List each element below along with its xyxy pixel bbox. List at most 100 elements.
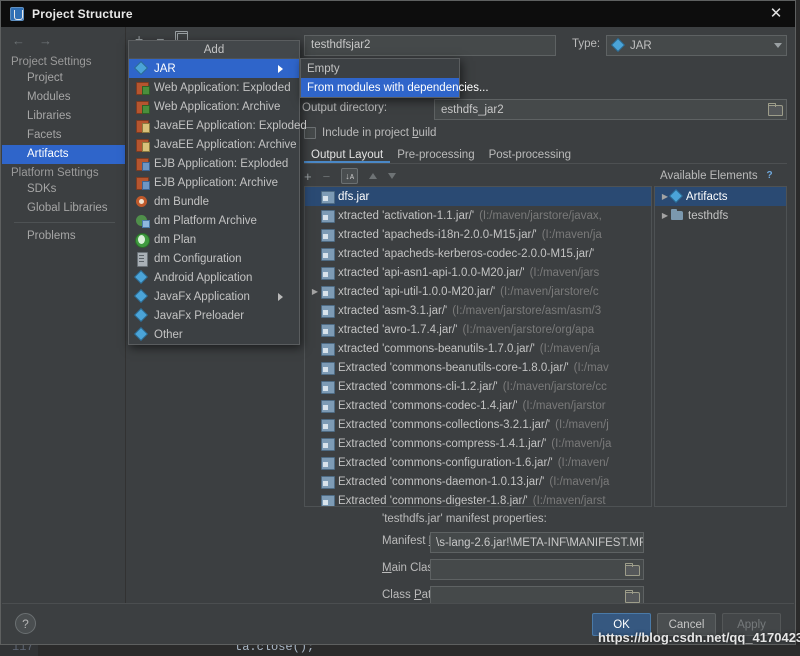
add-menu-item[interactable]: JAR	[129, 59, 299, 78]
sidebar-item-sdks[interactable]: SDKs	[2, 180, 125, 199]
sidebar-item-modules[interactable]: Modules	[2, 88, 125, 107]
tree-row-label: xtracted 'activation-1.1.jar/'	[338, 210, 474, 222]
ejb-icon	[135, 176, 149, 189]
add-menu-item[interactable]: dm Configuration	[129, 249, 299, 268]
folder-browse-icon[interactable]	[625, 564, 639, 575]
add-menu-item[interactable]: JavaEE Application: Exploded	[129, 116, 299, 135]
artifact-type-select[interactable]: JAR	[606, 35, 787, 56]
add-menu-item[interactable]: EJB Application: Exploded	[129, 154, 299, 173]
forward-arrow-icon[interactable]: →	[39, 34, 52, 47]
close-icon[interactable]: ✕	[763, 3, 789, 25]
tab-post-processing[interactable]: Post-processing	[482, 149, 578, 163]
output-directory-label: Output directory:	[302, 102, 387, 114]
sidebar-item-artifacts[interactable]: Artifacts	[2, 145, 125, 164]
tree-row[interactable]: xtracted 'asm-3.1.jar/'(I:/maven/jarstor…	[305, 301, 651, 320]
tree-row-path: (I:/maven/jarstor	[523, 400, 606, 412]
add-menu-item[interactable]: Android Application	[129, 268, 299, 287]
add-menu-item[interactable]: JavaFx Preloader	[129, 306, 299, 325]
expand-icon[interactable]: ▶	[659, 211, 671, 220]
tree-row-path: (I:/maven/jarstore/c	[500, 286, 598, 298]
tree-row[interactable]: xtracted 'api-asn1-api-1.0.0-M20.jar/'(I…	[305, 263, 651, 282]
tree-row[interactable]: xtracted 'apacheds-i18n-2.0.0-M15.jar/'(…	[305, 225, 651, 244]
output-layout-tree[interactable]: dfs.jar xtracted 'activation-1.1.jar/'(I…	[304, 186, 652, 507]
add-menu-item-label: dm Platform Archive	[154, 215, 257, 227]
jar-submenu-item[interactable]: From modules with dependencies...	[301, 78, 459, 97]
add-menu-item[interactable]: JavaEE Application: Archive	[129, 135, 299, 154]
tree-row[interactable]: xtracted 'avro-1.7.4.jar/'(I:/maven/jars…	[305, 320, 651, 339]
back-arrow-icon[interactable]: ←	[12, 34, 25, 47]
sidebar-item-problems[interactable]: Problems	[2, 227, 125, 246]
output-directory-input[interactable]: esthdfs_jar2	[434, 99, 787, 120]
tree-row[interactable]: xtracted 'apacheds-kerberos-codec-2.0.0-…	[305, 244, 651, 263]
tree-row-label: xtracted 'commons-beanutils-1.7.0.jar/'	[338, 343, 535, 355]
tree-row[interactable]: Extracted 'commons-collections-3.2.1.jar…	[305, 415, 651, 434]
tree-row-label: xtracted 'asm-3.1.jar/'	[338, 305, 447, 317]
add-menu-item[interactable]: dm Bundle	[129, 192, 299, 211]
add-menu-item[interactable]: JavaFx Application	[129, 287, 299, 306]
tree-row-label: Extracted 'commons-daemon-1.0.13.jar/'	[338, 476, 544, 488]
sidebar-item-project[interactable]: Project	[2, 69, 125, 88]
jar-icon	[321, 437, 334, 450]
layout-remove-icon[interactable]: −	[323, 170, 331, 183]
available-elements-tree[interactable]: ▶ Artifacts ▶ testhdfs	[654, 186, 787, 507]
tree-row[interactable]: Extracted 'commons-beanutils-core-1.8.0.…	[305, 358, 651, 377]
add-menu-item-label: dm Bundle	[154, 196, 209, 208]
jar-icon	[321, 323, 334, 336]
jar-icon	[321, 418, 334, 431]
tab-output-layout[interactable]: Output Layout	[304, 149, 390, 163]
layout-toolbar: + − ↓ᴀ	[304, 166, 396, 186]
sidebar-item-global-libraries[interactable]: Global Libraries	[2, 199, 125, 218]
tree-row[interactable]: ▶xtracted 'api-util-1.0.0-M20.jar/'(I:/m…	[305, 282, 651, 301]
add-menu-item[interactable]: EJB Application: Archive	[129, 173, 299, 192]
help-button[interactable]: ?	[15, 613, 36, 634]
add-menu-item[interactable]: dm Plan	[129, 230, 299, 249]
tree-row-testhdfs[interactable]: ▶ testhdfs	[655, 206, 786, 225]
tree-row-artifacts[interactable]: ▶ Artifacts	[655, 187, 786, 206]
manifest-file-input[interactable]: \s-lang-2.6.jar!\META-INF\MANIFEST.MF	[430, 532, 644, 553]
tree-row[interactable]: xtracted 'commons-beanutils-1.7.0.jar/'(…	[305, 339, 651, 358]
expand-icon[interactable]: ▶	[659, 192, 671, 201]
jar-icon	[321, 228, 334, 241]
add-menu-item[interactable]: dm Platform Archive	[129, 211, 299, 230]
tab-pre-processing[interactable]: Pre-processing	[390, 149, 481, 163]
add-menu-item[interactable]: Web Application: Archive	[129, 97, 299, 116]
tree-row[interactable]: Extracted 'commons-compress-1.4.1.jar/'(…	[305, 434, 651, 453]
include-in-build-row[interactable]: Include in project build	[304, 125, 436, 141]
sidebar-divider	[14, 222, 115, 223]
folder-browse-icon[interactable]	[768, 104, 782, 115]
tree-row-path: (I:/maven/j	[555, 419, 609, 431]
folder-browse-icon[interactable]	[625, 591, 639, 602]
artifact-name-input[interactable]: testhdfsjar2	[304, 35, 556, 56]
help-icon[interactable]: ?	[764, 170, 776, 182]
tree-row[interactable]: xtracted 'activation-1.1.jar/'(I:/maven/…	[305, 206, 651, 225]
sidebar-item-libraries[interactable]: Libraries	[2, 107, 125, 126]
diamond-icon	[135, 328, 149, 341]
sort-icon[interactable]: ↓ᴀ	[341, 168, 358, 184]
tree-row-path: (I:/maven/ja	[551, 438, 611, 450]
nav-group-platform-settings: Platform Settings	[2, 164, 125, 180]
move-down-icon[interactable]	[388, 173, 396, 179]
main-class-input[interactable]	[430, 559, 644, 580]
move-up-icon[interactable]	[369, 173, 377, 179]
tree-row[interactable]: Extracted 'commons-cli-1.2.jar/'(I:/mave…	[305, 377, 651, 396]
sidebar-item-facets[interactable]: Facets	[2, 126, 125, 145]
web-icon	[135, 81, 149, 94]
jar-submenu-item-label: From modules with dependencies...	[307, 82, 489, 94]
jar-submenu-item[interactable]: Empty	[301, 59, 459, 78]
expand-icon[interactable]: ▶	[309, 287, 321, 296]
jar-icon	[321, 266, 334, 279]
tree-row[interactable]: Extracted 'commons-configuration-1.6.jar…	[305, 453, 651, 472]
manifest-file-value: \s-lang-2.6.jar!\META-INF\MANIFEST.MF	[436, 537, 644, 549]
submenu-arrow-icon	[278, 65, 293, 73]
add-menu-item-label: EJB Application: Exploded	[154, 158, 288, 170]
tree-row[interactable]: Extracted 'commons-digester-1.8.jar/'(I:…	[305, 491, 651, 507]
layout-add-icon[interactable]: +	[304, 170, 312, 183]
add-menu-item[interactable]: Other	[129, 325, 299, 344]
dialog-titlebar: Project Structure ✕	[1, 1, 795, 27]
tree-row-path: (I:/mav	[574, 362, 609, 374]
diamond-icon	[135, 290, 149, 303]
tree-row[interactable]: Extracted 'commons-daemon-1.0.13.jar/'(I…	[305, 472, 651, 491]
tree-row[interactable]: Extracted 'commons-codec-1.4.jar/'(I:/ma…	[305, 396, 651, 415]
add-menu-item[interactable]: Web Application: Exploded	[129, 78, 299, 97]
tree-row-root[interactable]: dfs.jar	[305, 187, 651, 206]
